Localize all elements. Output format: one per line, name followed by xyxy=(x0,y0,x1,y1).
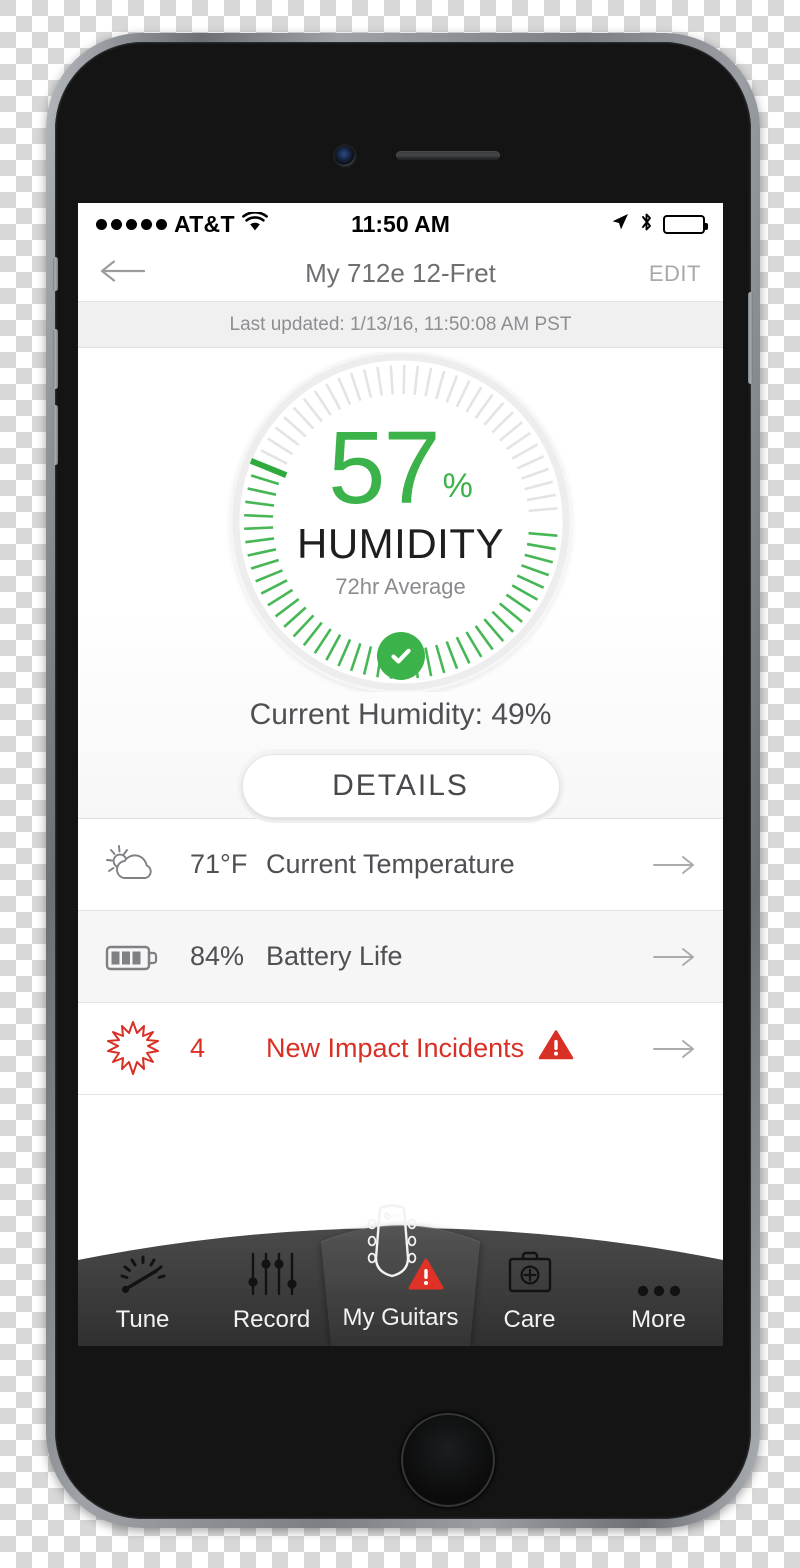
row-label: New Impact Incidents xyxy=(266,1033,525,1063)
silent-switch[interactable] xyxy=(53,257,58,291)
home-button[interactable] xyxy=(401,1413,495,1507)
volume-down-button[interactable] xyxy=(53,405,58,465)
humidity-unit: % xyxy=(442,466,473,505)
current-humidity-text: Current Humidity: 49% xyxy=(249,697,552,731)
humidity-hero: 57 % HUMIDITY 72hr Average Current Humid… xyxy=(78,348,723,818)
front-camera-icon xyxy=(335,146,355,166)
tab-label: Record xyxy=(232,1306,311,1333)
humidity-value: 57 xyxy=(328,410,441,526)
row-label-wrap: New Impact Incidents xyxy=(266,1029,643,1068)
volume-up-button[interactable] xyxy=(53,329,58,389)
navigation-bar: My 712e 12-Fret EDIT xyxy=(78,246,723,302)
row-value: 84% xyxy=(190,941,245,971)
humidity-label: HUMIDITY xyxy=(297,519,504,567)
carrier-label: AT&T xyxy=(174,211,235,237)
arrow-right-icon[interactable] xyxy=(643,854,697,876)
edit-button[interactable]: EDIT xyxy=(631,261,701,287)
guitar-headstock-icon: Taylor xyxy=(346,1202,456,1298)
clock: 11:50 AM xyxy=(351,211,450,237)
tab-bar-items: Tune Record Taylor My Guitars Care More xyxy=(78,1198,723,1346)
back-arrow-icon[interactable] xyxy=(100,258,170,289)
row-label-wrap: Current Temperature xyxy=(266,849,643,880)
tuner-meter-icon xyxy=(112,1238,174,1300)
humidity-sublabel: 72hr Average xyxy=(335,573,466,599)
page-title: My 712e 12-Fret xyxy=(305,258,496,288)
signal-strength-icon xyxy=(96,219,167,230)
info-rows: 71°F Current Temperature 84% Battery Lif… xyxy=(78,818,723,1095)
earpiece-speaker xyxy=(396,151,500,160)
sun-cloud-icon xyxy=(104,840,190,890)
tab-bar: Tune Record Taylor My Guitars Care More xyxy=(78,1198,723,1346)
details-button[interactable]: DETAILS xyxy=(241,753,560,818)
tab-record[interactable]: Record xyxy=(207,1198,336,1346)
status-bar-right xyxy=(450,211,708,239)
bluetooth-icon xyxy=(639,211,654,239)
arrow-right-icon[interactable] xyxy=(643,1038,697,1060)
tab-label: More xyxy=(631,1306,686,1333)
tab-tune[interactable]: Tune xyxy=(78,1198,207,1346)
medical-kit-icon xyxy=(503,1238,557,1300)
tab-care[interactable]: Care xyxy=(465,1198,594,1346)
row-value: 71°F xyxy=(190,849,248,879)
row-value: 4 xyxy=(190,1033,206,1063)
battery-icon xyxy=(104,937,190,977)
check-circle-icon xyxy=(376,631,425,680)
tab-more[interactable]: More xyxy=(594,1198,723,1346)
tab-label: Tune xyxy=(115,1306,170,1333)
table-row[interactable]: 4 New Impact Incidents xyxy=(78,1003,723,1095)
table-row[interactable]: 84% Battery Life xyxy=(78,911,723,1003)
tab-label: My Guitars xyxy=(342,1304,459,1331)
row-label: Battery Life xyxy=(266,941,403,971)
app-screen: AT&T 11:50 AM My 712e 12-Fret EDIT Last … xyxy=(78,203,723,1346)
warning-triangle-badge xyxy=(408,1258,443,1290)
impact-burst-icon xyxy=(104,1020,190,1078)
ellipsis-icon xyxy=(631,1238,687,1300)
location-arrow-icon xyxy=(610,211,630,238)
status-bar-left: AT&T xyxy=(96,211,351,238)
svg-text:Taylor: Taylor xyxy=(382,1212,400,1220)
row-label: Current Temperature xyxy=(266,849,515,879)
row-label-wrap: Battery Life xyxy=(266,941,643,972)
battery-icon xyxy=(663,215,708,234)
arrow-right-icon[interactable] xyxy=(643,946,697,968)
humidity-gauge: 57 % HUMIDITY 72hr Average xyxy=(222,352,580,692)
tab-label: Care xyxy=(503,1306,556,1333)
wifi-icon xyxy=(241,211,268,238)
sliders-icon xyxy=(243,1238,301,1300)
power-button[interactable] xyxy=(748,292,753,384)
humidity-value-row: 57 % xyxy=(328,410,473,526)
tab-my-guitars[interactable]: Taylor My Guitars xyxy=(336,1198,465,1346)
last-updated-banner: Last updated: 1/13/16, 11:50:08 AM PST xyxy=(78,302,723,348)
warning-triangle-icon xyxy=(538,1029,574,1068)
status-bar: AT&T 11:50 AM xyxy=(78,203,723,246)
table-row[interactable]: 71°F Current Temperature xyxy=(78,819,723,911)
